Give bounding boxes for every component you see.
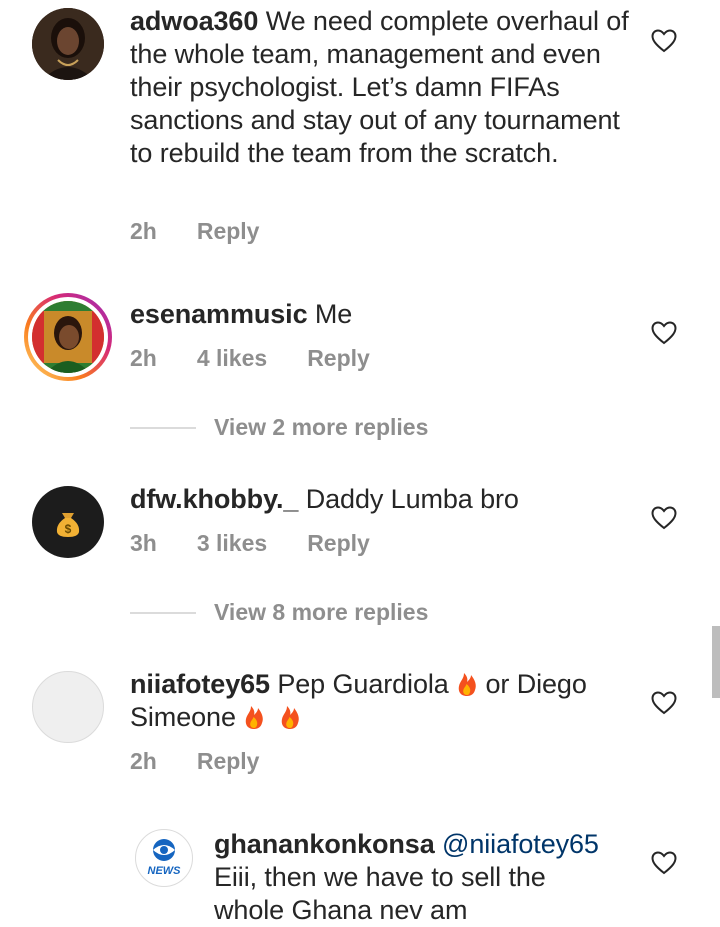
comment-body: Me — [314, 299, 353, 329]
default-avatar[interactable] — [32, 671, 104, 743]
heart-icon[interactable] — [651, 321, 677, 345]
view-more-replies[interactable]: View 2 more replies — [130, 414, 428, 441]
reply-button[interactable]: Reply — [197, 748, 260, 775]
heart-icon[interactable] — [651, 691, 677, 715]
comment-text: dfw.khobby._ Daddy Lumba bro — [130, 483, 630, 516]
comment-text: adwoa360 We need complete overhaul of th… — [130, 5, 630, 170]
fire-emoji-icon — [281, 706, 299, 729]
scrollbar[interactable] — [712, 626, 720, 698]
timestamp: 3h — [130, 530, 157, 556]
profile-photo-woman — [32, 8, 104, 80]
comment-body-line2: whole Ghana nev am — [214, 895, 468, 925]
comment-meta: 2h Reply — [130, 748, 259, 775]
timestamp: 2h — [130, 748, 157, 774]
likes-count[interactable]: 3 likes — [197, 530, 267, 557]
comment-body: Daddy Lumba bro — [305, 484, 519, 514]
reply-button[interactable]: Reply — [307, 530, 370, 557]
fire-emoji-icon — [458, 673, 476, 696]
fire-emoji-icon — [246, 706, 264, 729]
reply-button[interactable]: Reply — [307, 345, 370, 372]
heart-icon[interactable] — [651, 29, 677, 53]
money-bag-icon: $ — [56, 513, 80, 537]
reply-button[interactable]: Reply — [197, 218, 260, 245]
divider-line — [130, 611, 196, 614]
view-more-replies[interactable]: View 8 more replies — [130, 599, 428, 626]
username[interactable]: ghanankonkonsa — [214, 829, 435, 859]
username[interactable]: adwoa360 — [130, 6, 258, 36]
mention-link[interactable]: @niiafotey65 — [442, 829, 599, 859]
username[interactable]: esenammusic — [130, 299, 308, 329]
username[interactable]: niiafotey65 — [130, 669, 270, 699]
username[interactable]: dfw.khobby._ — [130, 484, 298, 514]
view-more-label[interactable]: View 2 more replies — [214, 414, 428, 441]
news-logo-icon: NEWS — [148, 839, 182, 877]
avatar[interactable]: $ — [32, 486, 104, 558]
comment-meta: 2h 4 likes Reply — [130, 345, 370, 372]
comment-text: ghanankonkonsa @niiafotey65 Eiii, then w… — [214, 828, 634, 927]
avatar[interactable] — [32, 8, 104, 80]
divider-line — [130, 426, 196, 429]
comment-meta: 2h Reply — [130, 218, 259, 245]
comment-meta: 3h 3 likes Reply — [130, 530, 370, 557]
timestamp: 2h — [130, 345, 157, 371]
comment-body-line1: Eiii, then we have to sell the — [214, 862, 546, 892]
comment-body-part1: Pep Guardiola — [277, 669, 449, 699]
comment-text: niiafotey65 Pep Guardiola or Diego Simeo… — [130, 668, 630, 734]
logo-text: NEWS — [148, 865, 182, 877]
avatar[interactable] — [24, 293, 112, 381]
likes-count[interactable]: 4 likes — [197, 345, 267, 372]
profile-photo-story-ring — [32, 301, 104, 373]
heart-icon[interactable] — [651, 506, 677, 530]
view-more-label[interactable]: View 8 more replies — [214, 599, 428, 626]
heart-icon[interactable] — [651, 851, 677, 875]
avatar[interactable]: NEWS — [135, 829, 193, 887]
comment-text: esenammusic Me — [130, 298, 630, 331]
timestamp: 2h — [130, 218, 157, 244]
svg-text:$: $ — [65, 522, 72, 536]
